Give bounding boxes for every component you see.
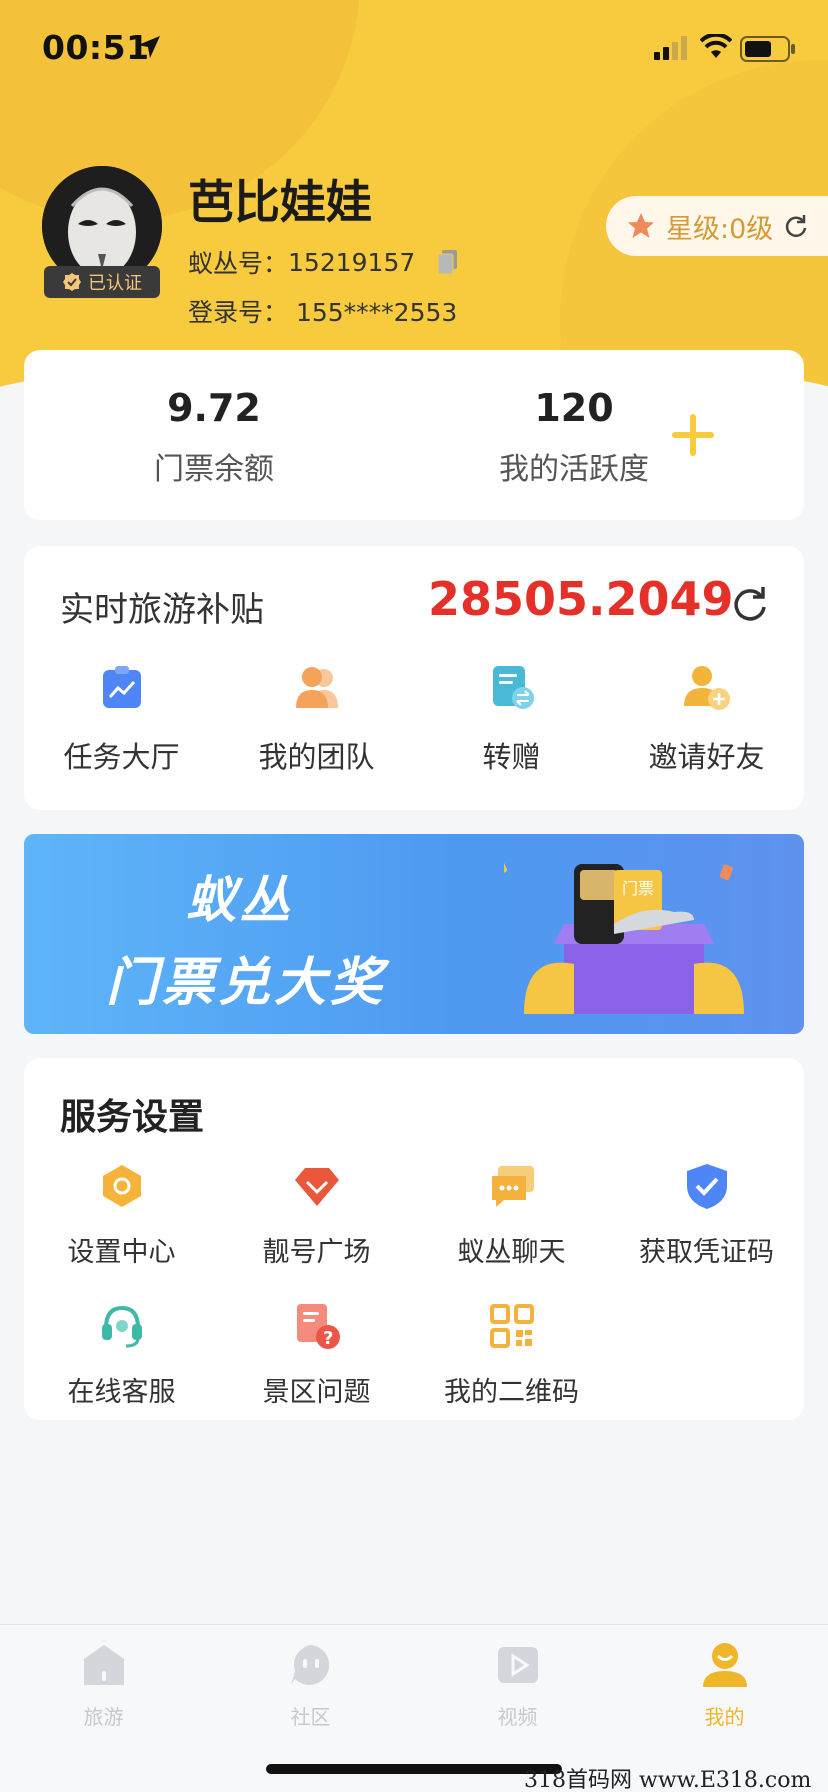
refresh-icon[interactable] [730,584,770,624]
scenic-question-button[interactable]: ? 景区问题 [219,1302,414,1409]
user-name: 芭比娃娃 [188,175,372,229]
transfer-icon [492,666,534,709]
settings-hexagon-icon [102,1165,141,1207]
get-voucher-code-label: 获取凭证码 [639,1237,774,1268]
chat-label: 蚁丛聊天 [457,1237,566,1268]
user-id-value: 15219157 [288,247,416,277]
my-team-button[interactable]: 我的团队 [219,662,414,776]
tab-mine-label: 我的 [704,1705,745,1729]
promo-banner[interactable]: 蚁丛 门票兑大奖 门票 [24,834,804,1034]
subsidy-card: 实时旅游补贴 28505.2049 任务大厅 我的团队 转赠 邀请好友 [24,546,804,810]
gift-box-illustration: 门票 [504,857,744,1014]
user-id-row: 蚁丛号： 15219157 [188,244,459,280]
get-voucher-code-button[interactable]: 获取凭证码 [609,1162,804,1269]
refresh-small-icon [786,215,807,237]
tab-travel-label: 旅游 [83,1705,124,1729]
online-service-label: 在线客服 [67,1377,176,1408]
home-indicator [266,1764,562,1774]
settings-center-label: 设置中心 [67,1237,176,1268]
invite-friend-button[interactable]: 邀请好友 [609,662,804,776]
user-id-label: 蚁丛号： [188,249,289,278]
ticket-balance-label: 门票余额 [154,452,274,487]
shield-check-icon [686,1164,727,1209]
scenic-question-label: 景区问题 [262,1377,371,1408]
transfer-label: 转赠 [482,740,541,774]
qr-code-icon [489,1304,534,1348]
home-icon [83,1645,124,1685]
location-arrow-icon [138,36,160,58]
banner-brand: 蚁丛 [186,871,294,929]
quick-actions: 任务大厅 我的团队 转赠 邀请好友 [24,662,804,782]
ticket-balance-stat[interactable]: 9.72 门票余额 [104,386,324,488]
my-qr-code-label: 我的二维码 [444,1377,579,1408]
invite-friend-label: 邀请好友 [648,740,765,774]
verified-badge: 已认证 [44,266,160,298]
activity-label: 我的活跃度 [499,452,649,487]
activity-stat[interactable]: 120 我的活跃度 [464,386,684,488]
chat-icon [491,1166,534,1207]
verified-label: 已认证 [88,273,142,294]
star-level-button[interactable]: 星级:0级 [606,196,828,256]
subsidy-title: 实时旅游补贴 [60,590,264,630]
subsidy-value: 28505.2049 [428,572,734,626]
task-chart-icon [102,666,141,708]
cellular-signal-icon [654,36,687,60]
star-icon [628,213,654,238]
activity-value: 120 [534,386,614,430]
my-qr-code-button[interactable]: 我的二维码 [414,1302,609,1409]
status-time: 00:51 [42,28,150,67]
banner-slogan: 门票兑大奖 [106,953,387,1013]
tab-video[interactable]: 视频 [414,1641,621,1730]
video-icon [497,1647,538,1683]
diamond-icon [294,1168,339,1206]
status-bar: 00:51 [0,0,828,100]
headset-icon [101,1305,142,1348]
verified-check-icon [63,273,81,291]
invite-user-icon [683,666,730,710]
service-settings-card: 服务设置 设置中心 靓号广场 蚁丛聊天 获取凭证码 在线客服 ? 景区问题 我的… [24,1058,804,1420]
ticket-balance-value: 9.72 [167,386,261,430]
tab-video-label: 视频 [497,1705,538,1729]
task-hall-button[interactable]: 任务大厅 [24,662,219,776]
my-team-label: 我的团队 [258,740,375,774]
vanity-number-label: 靓号广场 [262,1237,371,1268]
settings-center-button[interactable]: 设置中心 [24,1162,219,1269]
battery-icon [740,36,795,62]
doc-question-icon: ? [296,1304,340,1349]
wifi-icon [700,34,732,58]
watermark: 318首码网 www.E318.com [524,1768,812,1792]
plus-icon[interactable] [670,412,716,458]
stats-card: 9.72 门票余额 120 我的活跃度 [24,350,804,520]
vanity-number-button[interactable]: 靓号广场 [219,1162,414,1269]
transfer-button[interactable]: 转赠 [414,662,609,776]
tab-community[interactable]: 社区 [207,1641,414,1730]
star-level-label: 星级:0级 [666,213,774,245]
tab-community-label: 社区 [290,1705,331,1729]
svg-text:?: ? [323,1328,333,1349]
online-service-button[interactable]: 在线客服 [24,1302,219,1409]
login-value: 155****2553 [295,298,458,327]
profile-icon [702,1643,747,1687]
service-title: 服务设置 [60,1097,205,1138]
ticket-text: 门票 [622,879,654,898]
task-hall-label: 任务大厅 [63,740,180,774]
chat-button[interactable]: 蚁丛聊天 [414,1162,609,1269]
tab-travel[interactable]: 旅游 [0,1641,207,1730]
tab-mine[interactable]: 我的 [621,1641,828,1730]
user-login-row: 登录号： 155****2553 [188,293,457,329]
login-label: 登录号： [188,298,289,327]
copy-icon[interactable] [437,249,459,275]
team-icon [295,667,338,708]
community-icon [290,1645,329,1685]
